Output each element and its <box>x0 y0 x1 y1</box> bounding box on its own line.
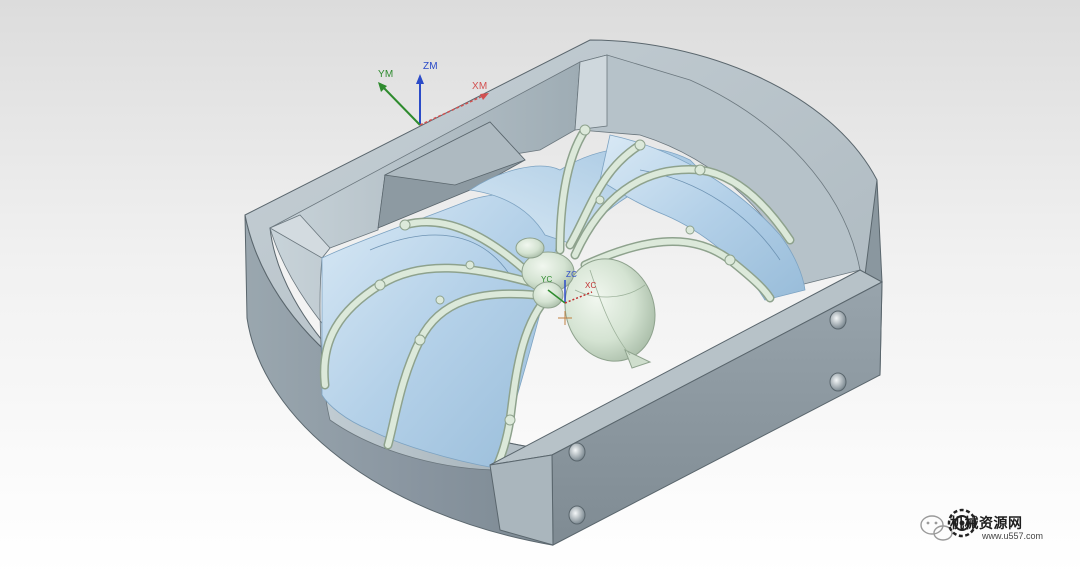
work-x-axis-label: XC <box>585 281 597 290</box>
spider-head <box>515 237 545 259</box>
watermark-site-name: 机械资源网 <box>950 516 1023 532</box>
bolt-hole-3 <box>568 442 586 462</box>
work-z-axis-label: ZC <box>566 270 578 279</box>
watermark-url: www.u557.com <box>982 531 1044 541</box>
mold-inner-corner <box>574 54 608 131</box>
bolt-hole-2 <box>829 372 847 392</box>
graphics-viewport[interactable]: YM ZM XM YC ZC XC 机械资源网 www.u557.com <box>0 0 1080 575</box>
work-y-axis-label: YC <box>541 275 553 284</box>
bolt-hole-1 <box>829 310 847 330</box>
wcs-x-axis-label: XM <box>472 81 488 92</box>
front-clamp-block[interactable] <box>489 269 884 546</box>
cad-model-view[interactable] <box>0 0 1080 575</box>
wcs-y-axis-label: YM <box>378 69 394 80</box>
wechat-icon <box>920 515 953 541</box>
bolt-hole-4 <box>568 505 586 525</box>
wcs-z-axis-label: ZM <box>423 61 438 72</box>
